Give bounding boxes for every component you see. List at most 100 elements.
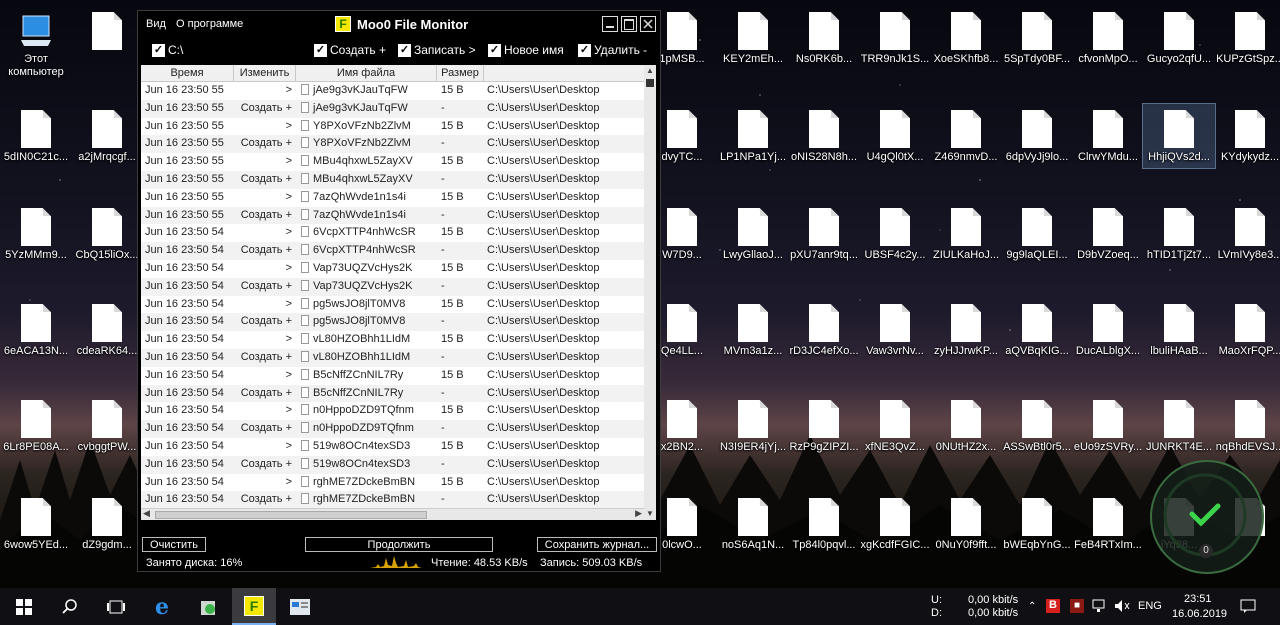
network-icon[interactable] [1092,599,1108,613]
table-row[interactable]: Jun 16 23:50 54 Создать + rghME7ZDckeBmBN -… [141,491,644,510]
desktop-file-icon[interactable]: RzP9gZIPZI... [788,394,860,458]
desktop-file-icon[interactable]: Gucyo2qfU... [1143,6,1215,70]
column-header-change[interactable]: Изменить [234,65,296,81]
desktop-file-icon[interactable]: DucALblgX... [1072,298,1144,362]
language-indicator[interactable]: ENG [1138,600,1162,613]
clear-button[interactable]: Очистить [142,537,206,552]
clock-time[interactable]: 23:51 [1184,593,1212,606]
desktop-file-icon[interactable]: ClrwYMdu... [1072,104,1144,168]
desktop-file-icon[interactable]: MVm3a1z... [717,298,789,362]
table-row[interactable]: Jun 16 23:50 54 Создать + 6VcpXTTP4nhWcSR -… [141,242,644,260]
vertical-scrollbar[interactable]: ▲ ▼ [644,65,656,520]
desktop-file-icon[interactable]: zyHJJrwKP... [930,298,1002,362]
desktop-file-icon[interactable]: Vaw3vrNv... [859,298,931,362]
desktop-file-icon[interactable]: 6Lr8PE08A... [0,394,72,458]
scroll-up-icon[interactable]: ▲ [644,65,656,77]
desktop-file-icon[interactable]: Tp84l0pqvl... [788,492,860,556]
chevron-up-icon[interactable]: ⌃ [1028,600,1036,613]
desktop-file-icon[interactable]: 5SpTdy0BF... [1001,6,1073,70]
maximize-button[interactable] [621,16,637,32]
menu-about[interactable]: О программе [176,18,243,30]
desktop-file-icon[interactable]: cfvonMpO... [1072,6,1144,70]
filter-delete-checkbox[interactable]: ✓ Удалить - [578,43,647,57]
desktop-file-icon[interactable]: aQVBqKIG... [1001,298,1073,362]
table-row[interactable]: Jun 16 23:50 54 Создать + B5cNffZCnNIL7Ry -… [141,384,644,403]
table-row[interactable]: Jun 16 23:50 54 >519w8OCn4texSD3 15 B C:\Us… [141,438,644,456]
filter-rename-checkbox[interactable]: ✓ Новое имя [488,43,564,57]
filter-write-checkbox[interactable]: ✓ Записать > [398,43,476,57]
desktop-file-icon[interactable]: JUNRKT4E... [1143,394,1215,458]
path-checkbox[interactable]: ✓ C:\ [152,43,183,57]
desktop-file-icon[interactable]: lbuliHAaB... [1143,298,1215,362]
table-row[interactable]: Jun 16 23:50 54 Создать + Vap73UQZVcHys2K -… [141,277,644,296]
horizontal-scrollbar[interactable]: ◀ ▶ [141,508,644,520]
desktop-file-icon[interactable]: FeB4RTxIm... [1072,492,1144,556]
desktop-file-icon[interactable]: pXU7anr9tq... [788,202,860,266]
desktop-file-icon[interactable]: hTID1TjZt7... [1143,202,1215,266]
desktop-file-icon[interactable]: rD3JC4efXo... [788,298,860,362]
desktop-file-icon[interactable] [71,6,143,70]
window-app-button[interactable] [278,588,322,625]
desktop-file-icon[interactable]: MaoXrFQP... [1214,298,1280,362]
column-header-time[interactable]: Время [141,65,234,81]
table-row[interactable]: Jun 16 23:50 54 Создать + 519w8OCn4texSD3 -… [141,455,644,474]
table-row[interactable]: Jun 16 23:50 54 > Vap73UQZVcHys2K 15 B C:\Us… [141,260,644,278]
table-row[interactable]: Jun 16 23:50 54 > rghME7ZDckeBmBN 15 B C:\Us… [141,474,644,492]
table-row[interactable]: Jun 16 23:50 54 > pg5wsJO8jlT0MV8 15 B C:\Us… [141,296,644,314]
table-row[interactable]: Jun 16 23:50 55 > jAe9g3vKJauTqFW 15 B C:\Us… [141,82,644,100]
desktop-file-icon[interactable]: a2jMrqcgf... [71,104,143,168]
desktop-file-icon[interactable]: xfNE3QvZ... [859,394,931,458]
desktop-file-icon[interactable]: 6eACA13N... [0,298,72,362]
this-pc-icon[interactable]: Этот компьютер [0,6,72,78]
volume-icon[interactable] [1114,599,1130,613]
desktop-file-icon[interactable]: 0NuY0f9fft... [930,492,1002,556]
desktop-file-icon[interactable]: dZ9gdm... [71,492,143,556]
recycle-app-button[interactable] [186,588,230,625]
column-header-path[interactable] [484,65,644,81]
search-button[interactable] [48,588,92,625]
desktop-file-icon[interactable]: KYdykydz... [1214,104,1280,168]
desktop-file-icon[interactable]: N3I9ER4jYj... [717,394,789,458]
scroll-down-icon[interactable]: ▼ [644,508,656,520]
table-row[interactable]: Jun 16 23:50 55 Создать + Y8PXoVFzNb2ZlvM -… [141,135,644,154]
desktop-file-icon[interactable]: 9g9laQLEI... [1001,202,1073,266]
table-row[interactable]: Jun 16 23:50 54 Создать + pg5wsJO8jlT0MV8 -… [141,313,644,332]
desktop-file-icon[interactable]: LVmIVy8e3... [1214,202,1280,266]
table-row[interactable]: Jun 16 23:50 55 Создать + jAe9g3vKJauTqFW -… [141,99,644,118]
desktop-file-icon[interactable]: KUPzGtSpz... [1214,6,1280,70]
column-header-size[interactable]: Размер [437,65,484,81]
desktop-file-icon[interactable]: KEY2mEh... [717,6,789,70]
desktop-file-icon[interactable]: HhjiQVs2d... [1142,103,1216,169]
desktop-file-icon[interactable]: Z469nmvD... [930,104,1002,168]
desktop-file-icon[interactable]: D9bVZoeq... [1072,202,1144,266]
desktop-file-icon[interactable]: eUo9zSVRy... [1072,394,1144,458]
desktop-file-icon[interactable]: UBSF4c2y... [859,202,931,266]
desktop-file-icon[interactable]: 6dpVyJj9lo... [1001,104,1073,168]
continue-button[interactable]: Продолжить [305,537,493,552]
scroll-right-icon[interactable]: ▶ [635,508,642,519]
desktop-file-icon[interactable]: noS6Aq1N... [717,492,789,556]
desktop-file-icon[interactable]: ZIULKaHoJ... [930,202,1002,266]
table-row[interactable]: Jun 16 23:50 55 Создать + 7azQhWvde1n1s4i -… [141,206,644,225]
desktop-file-icon[interactable]: 0NUtHZ2x... [930,394,1002,458]
close-button[interactable] [640,16,656,32]
notification-icon[interactable] [1240,599,1256,613]
red-tray-icon[interactable]: B [1046,599,1060,613]
save-log-button[interactable]: Сохранить журнал... [537,537,657,552]
scroll-thumb[interactable] [646,79,654,87]
table-row[interactable]: Jun 16 23:50 54 >6VcpXTTP4nhWcSR 15 B C:\Us… [141,224,644,242]
table-row[interactable]: Jun 16 23:50 54 Создать + vL80HZOBhh1LIdM -… [141,348,644,367]
clock-date[interactable]: 16.06.2019 [1172,608,1227,621]
activity-widget[interactable]: 0 [1150,460,1264,574]
edge-browser-button[interactable]: e [140,588,184,625]
table-row[interactable]: Jun 16 23:50 54 > vL80HZOBhh1LIdM 15 B C:\Us… [141,331,644,349]
table-row[interactable]: Jun 16 23:50 54 > B5cNffZCnNIL7Ry 15 B C:\Us… [141,367,644,385]
desktop-file-icon[interactable]: LP1NPa1Yj... [717,104,789,168]
desktop-file-icon[interactable]: ASSwBtl0r5... [1001,394,1073,458]
desktop-file-icon[interactable]: LwyGllaoJ... [717,202,789,266]
desktop-file-icon[interactable]: cdeaRK64... [71,298,143,362]
table-row[interactable]: Jun 16 23:50 55 > MBu4qhxwL5ZayXV 15 B C:\Us… [141,153,644,171]
desktop-file-icon[interactable]: cvbggtPW... [71,394,143,458]
table-row[interactable]: Jun 16 23:50 54 Создать + n0HppoDZD9TQfnm -… [141,420,644,438]
desktop-file-icon[interactable]: xgKcdfFGIC... [859,492,931,556]
